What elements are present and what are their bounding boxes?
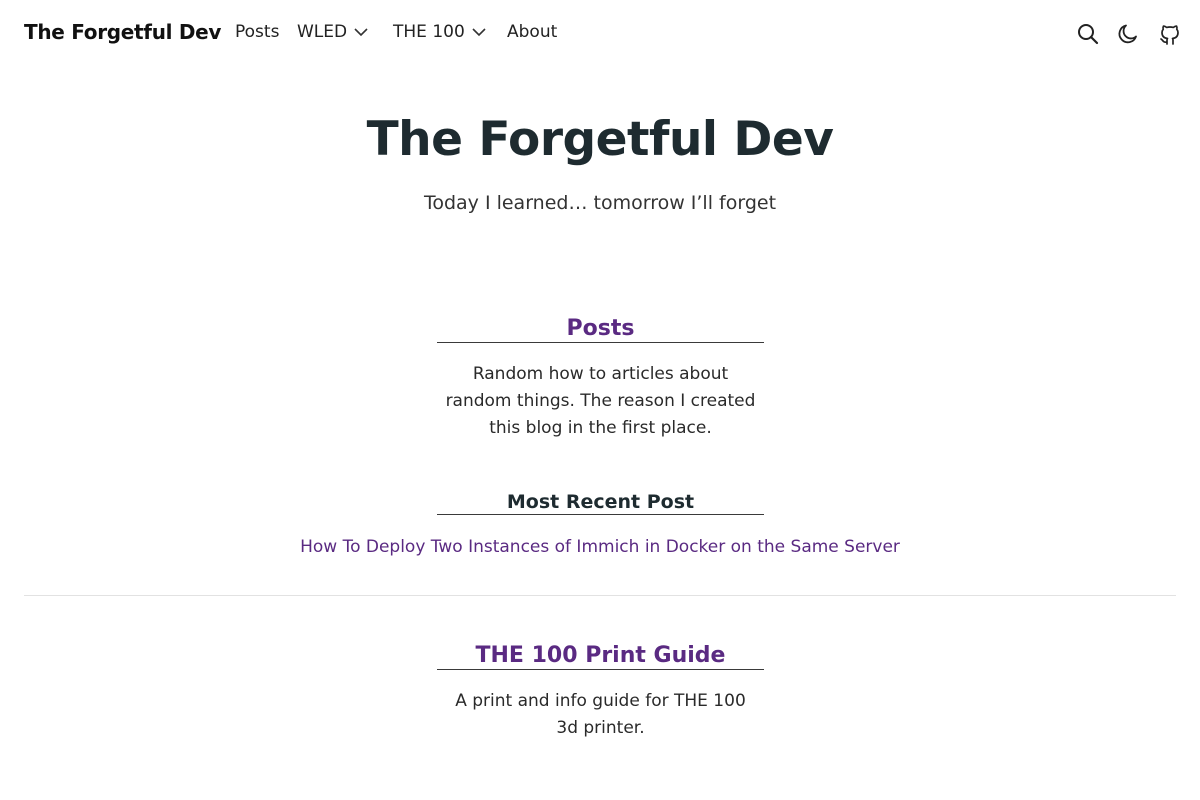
top-navigation: The Forgetful Dev Posts WLED THE 100 Abo…	[0, 0, 1200, 68]
section-divider	[24, 595, 1176, 596]
nav-about-label: About	[507, 22, 558, 42]
site-brand[interactable]: The Forgetful Dev	[24, 20, 221, 44]
nav-posts[interactable]: Posts	[235, 22, 279, 42]
recent-post-link[interactable]: How To Deploy Two Instances of Immich in…	[0, 537, 1200, 557]
hero-subtitle: Today I learned… tomorrow I’ll forget	[423, 192, 777, 214]
nav-the100-label: THE 100	[393, 22, 465, 42]
recent-post-heading: Most Recent Post	[437, 491, 764, 515]
github-icon[interactable]	[1158, 22, 1182, 46]
nav-wled-dropdown[interactable]: WLED	[297, 22, 369, 42]
chevron-down-icon	[472, 28, 486, 37]
chevron-down-icon	[354, 28, 368, 37]
nav-posts-label: Posts	[235, 22, 280, 42]
search-icon[interactable]	[1076, 22, 1100, 46]
posts-description: Random how to articles about random thin…	[445, 364, 756, 438]
posts-section: Posts Random how to articles about rando…	[437, 316, 764, 442]
recent-post-section: Most Recent Post	[437, 491, 764, 515]
posts-heading-link[interactable]: Posts	[437, 316, 764, 343]
nav-the100-dropdown[interactable]: THE 100	[393, 22, 487, 42]
print-guide-description: A print and info guide for THE 100 3d pr…	[455, 691, 746, 738]
nav-about[interactable]: About	[507, 22, 557, 42]
hero-title: The Forgetful Dev	[366, 112, 834, 167]
moon-icon[interactable]	[1116, 22, 1140, 46]
print-guide-section: THE 100 Print Guide A print and info gui…	[437, 643, 764, 742]
print-guide-heading-link[interactable]: THE 100 Print Guide	[437, 643, 764, 670]
nav-wled-label: WLED	[297, 22, 348, 42]
